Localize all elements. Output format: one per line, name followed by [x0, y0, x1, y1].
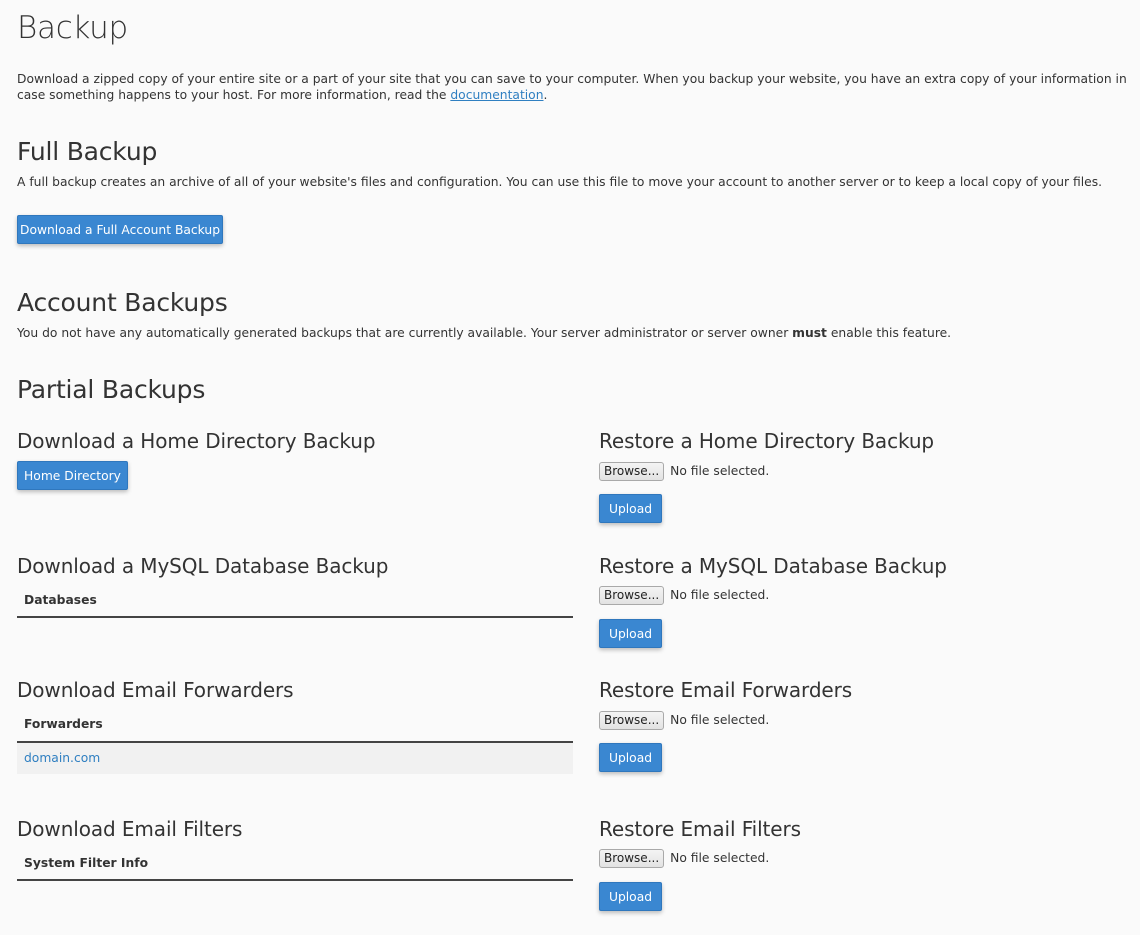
restore-mysql-heading: Restore a MySQL Database Backup	[599, 554, 947, 578]
account-backups-bold: must	[792, 326, 827, 340]
browse-button[interactable]: Browse...	[599, 461, 665, 481]
download-filters-heading: Download Email Filters	[17, 817, 243, 841]
forwarders-table-header: Forwarders	[17, 717, 573, 743]
account-backups-text: You do not have any automatically genera…	[17, 326, 793, 340]
home-directory-button[interactable]: Home Directory	[17, 461, 128, 490]
intro-text: Download a zipped copy of your entire si…	[17, 71, 1127, 103]
table-row: domain.com	[17, 743, 573, 774]
no-file-text: No file selected.	[670, 713, 770, 727]
upload-home-button[interactable]: Upload	[599, 494, 662, 523]
upload-mysql-button[interactable]: Upload	[599, 619, 662, 648]
no-file-text: No file selected.	[670, 464, 770, 478]
forwarder-domain-link[interactable]: domain.com	[24, 751, 100, 765]
databases-table-header: Databases	[17, 593, 573, 618]
intro-text-end: .	[543, 88, 548, 102]
filters-table-header: System Filter Info	[17, 856, 573, 881]
full-backup-description: A full backup creates an archive of all …	[17, 175, 1103, 189]
restore-forwarders-file-input: Browse... No file selected.	[599, 710, 769, 730]
restore-filters-heading: Restore Email Filters	[599, 817, 801, 841]
restore-filters-file-input: Browse... No file selected.	[599, 848, 769, 868]
account-backups-heading: Account Backups	[17, 288, 228, 317]
browse-button[interactable]: Browse...	[599, 710, 665, 730]
full-backup-heading: Full Backup	[17, 137, 158, 166]
browse-button[interactable]: Browse...	[599, 848, 665, 868]
restore-mysql-file-input: Browse... No file selected.	[599, 585, 769, 605]
documentation-link[interactable]: documentation	[450, 88, 543, 102]
intro-text-body: Download a zipped copy of your entire si…	[17, 72, 1127, 102]
browse-button[interactable]: Browse...	[599, 585, 665, 605]
restore-home-file-input: Browse... No file selected.	[599, 461, 769, 481]
account-backups-text-end: enable this feature.	[826, 326, 952, 340]
download-mysql-heading: Download a MySQL Database Backup	[17, 554, 389, 578]
restore-home-heading: Restore a Home Directory Backup	[599, 429, 935, 453]
upload-forwarders-button[interactable]: Upload	[599, 743, 662, 772]
page-title: Backup	[17, 10, 128, 46]
download-full-backup-button[interactable]: Download a Full Account Backup	[17, 215, 223, 244]
restore-forwarders-heading: Restore Email Forwarders	[599, 678, 853, 702]
partial-backups-heading: Partial Backups	[17, 375, 206, 404]
download-forwarders-heading: Download Email Forwarders	[17, 678, 294, 702]
no-file-text: No file selected.	[670, 588, 770, 602]
download-home-heading: Download a Home Directory Backup	[17, 429, 376, 453]
account-backups-description: You do not have any automatically genera…	[17, 325, 951, 341]
no-file-text: No file selected.	[670, 851, 770, 865]
upload-filters-button[interactable]: Upload	[599, 882, 662, 911]
